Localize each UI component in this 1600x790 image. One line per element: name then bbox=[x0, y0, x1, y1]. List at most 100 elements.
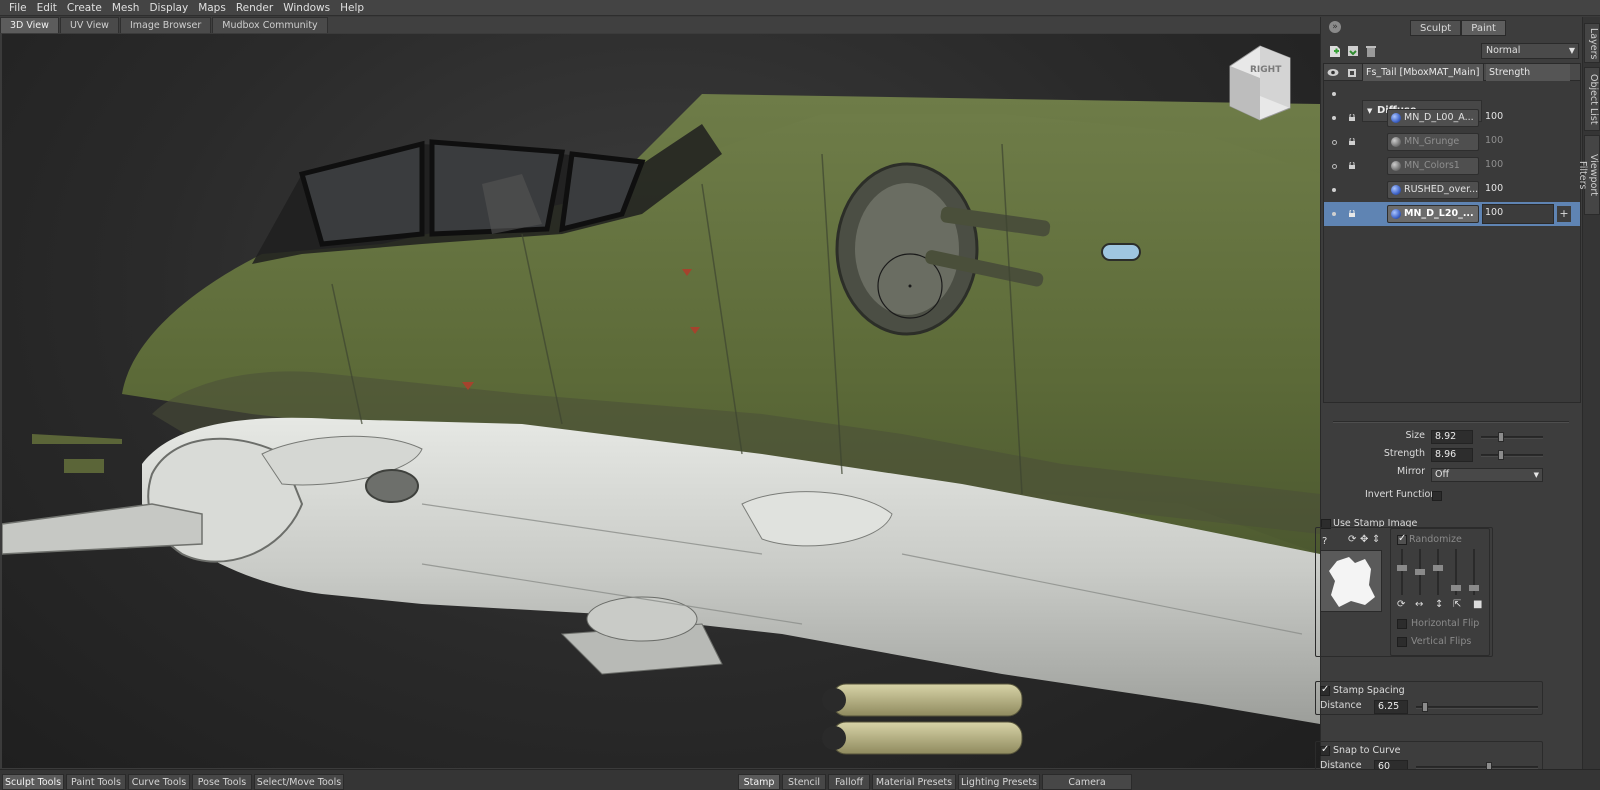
layer-name[interactable]: MN_D_L20_... bbox=[1387, 205, 1479, 223]
layer-row[interactable]: RUSHED_over... 100 bbox=[1324, 178, 1580, 202]
slider-thumb[interactable] bbox=[1415, 569, 1425, 575]
horizontal-flip-label: Horizontal Flip bbox=[1411, 618, 1480, 629]
tab-object-list[interactable]: Object List bbox=[1584, 67, 1600, 131]
scale-icon[interactable]: ⇱ bbox=[1453, 599, 1461, 610]
stamp-image-preview[interactable] bbox=[1320, 550, 1382, 612]
lock-icon[interactable] bbox=[1349, 114, 1355, 121]
random-slider-1[interactable] bbox=[1401, 549, 1403, 595]
layer-strength[interactable]: 100 bbox=[1485, 135, 1503, 146]
tab-3d-view[interactable]: 3D View bbox=[0, 17, 59, 33]
layer-row[interactable]: MN_D_L00_A... 100 bbox=[1324, 106, 1580, 130]
menu-display[interactable]: Display bbox=[144, 0, 193, 16]
lock-header-icon[interactable] bbox=[1346, 67, 1358, 78]
lock-icon[interactable] bbox=[1349, 162, 1355, 169]
horizontal-flip-checkbox[interactable] bbox=[1397, 619, 1407, 629]
layer-strength[interactable]: 100 bbox=[1485, 183, 1503, 194]
visibility-dot-icon[interactable] bbox=[1332, 164, 1337, 169]
tab-paint-tools[interactable]: Paint Tools bbox=[66, 774, 126, 790]
tab-stamp[interactable]: Stamp bbox=[738, 774, 780, 790]
tab-camera-bookmarks[interactable]: Camera Bookmarks bbox=[1042, 774, 1132, 790]
menu-windows[interactable]: Windows bbox=[278, 0, 335, 16]
tool-properties: Size 8.92 Strength 8.96 Mirror Off ▼ Inv… bbox=[1315, 405, 1583, 774]
tab-material-presets[interactable]: Material Presets bbox=[872, 774, 956, 790]
layer-strength[interactable]: 100 bbox=[1485, 159, 1503, 170]
tab-image-browser[interactable]: Image Browser bbox=[119, 17, 212, 33]
delete-layer-icon[interactable] bbox=[1365, 45, 1377, 58]
slider-thumb[interactable] bbox=[1451, 585, 1461, 591]
tab-paint[interactable]: Paint bbox=[1461, 20, 1506, 36]
tab-sculpt-tools[interactable]: Sculpt Tools bbox=[2, 774, 64, 790]
tab-lighting-presets[interactable]: Lighting Presets bbox=[958, 774, 1040, 790]
size-label: Size bbox=[1405, 430, 1425, 441]
blend-mode-select[interactable]: Normal ▼ bbox=[1481, 43, 1579, 59]
visibility-dot-icon[interactable] bbox=[1332, 116, 1336, 120]
square-icon[interactable]: ■ bbox=[1473, 599, 1482, 610]
add-icon[interactable]: + bbox=[1557, 206, 1571, 222]
menu-maps[interactable]: Maps bbox=[193, 0, 231, 16]
layer-strength[interactable]: 100 bbox=[1485, 111, 1503, 122]
resize-icon[interactable]: ⇕ bbox=[1372, 534, 1380, 545]
visibility-dot-icon[interactable] bbox=[1332, 140, 1337, 145]
size-slider[interactable] bbox=[1481, 432, 1543, 442]
tab-uv-view[interactable]: UV View bbox=[59, 17, 119, 33]
randomize-checkbox[interactable] bbox=[1397, 533, 1407, 545]
rotate-icon[interactable]: ⟳ bbox=[1348, 534, 1356, 545]
layer-name[interactable]: MN_Colors1 bbox=[1387, 157, 1479, 175]
snap-to-curve-checkbox[interactable] bbox=[1320, 744, 1330, 756]
slider-thumb[interactable] bbox=[1498, 432, 1504, 442]
slider-thumb[interactable] bbox=[1422, 702, 1428, 712]
move-icon[interactable]: ✥ bbox=[1360, 534, 1368, 545]
tab-select-move-tools[interactable]: Select/Move Tools bbox=[254, 774, 344, 790]
rotate-random-icon[interactable]: ⟳ bbox=[1397, 599, 1405, 610]
tab-viewport-filters[interactable]: Viewport Filters bbox=[1577, 135, 1600, 215]
tab-curve-tools[interactable]: Curve Tools bbox=[128, 774, 190, 790]
slider-thumb[interactable] bbox=[1397, 565, 1407, 571]
vertical-flip-checkbox[interactable] bbox=[1397, 637, 1407, 647]
layer-row[interactable]: MN_Colors1 100 bbox=[1324, 154, 1580, 178]
mirror-select[interactable]: Off ▼ bbox=[1431, 468, 1543, 482]
3d-viewport[interactable]: RIGHT bbox=[2, 34, 1320, 768]
layer-name[interactable]: MN_D_L00_A... bbox=[1387, 109, 1479, 127]
stamp-spacing-checkbox[interactable] bbox=[1320, 684, 1330, 696]
distance-slider[interactable] bbox=[1416, 702, 1538, 712]
new-layer-icon[interactable] bbox=[1329, 45, 1341, 58]
collapse-icon[interactable]: » bbox=[1329, 21, 1341, 33]
size-input[interactable]: 8.92 bbox=[1431, 430, 1473, 444]
tab-falloff[interactable]: Falloff bbox=[828, 774, 870, 790]
menu-edit[interactable]: Edit bbox=[32, 0, 62, 16]
slider-thumb[interactable] bbox=[1469, 585, 1479, 591]
strength-slider[interactable] bbox=[1481, 450, 1543, 460]
lock-icon[interactable] bbox=[1349, 210, 1355, 217]
strength-input[interactable]: 8.96 bbox=[1431, 448, 1473, 462]
layer-name[interactable]: RUSHED_over... bbox=[1387, 181, 1479, 199]
menu-render[interactable]: Render bbox=[231, 0, 278, 16]
flip-v-icon[interactable]: ↕ bbox=[1435, 599, 1443, 610]
tab-mudbox-community[interactable]: Mudbox Community bbox=[212, 17, 328, 33]
visibility-dot-icon[interactable] bbox=[1332, 212, 1336, 216]
menu-mesh[interactable]: Mesh bbox=[107, 0, 145, 16]
tab-pose-tools[interactable]: Pose Tools bbox=[192, 774, 252, 790]
layers-header: Fs_Tail [MboxMAT_Main] Strength bbox=[1324, 64, 1580, 81]
layer-row[interactable]: MN_Grunge 100 bbox=[1324, 130, 1580, 154]
random-slider-3[interactable] bbox=[1437, 549, 1439, 595]
tab-stencil[interactable]: Stencil bbox=[782, 774, 826, 790]
visibility-dot-icon[interactable] bbox=[1332, 188, 1336, 192]
visibility-dot-icon[interactable] bbox=[1332, 92, 1336, 96]
menu-bar: File Edit Create Mesh Display Maps Rende… bbox=[0, 0, 1600, 16]
layer-row-selected[interactable]: MN_D_L20_... 100 + bbox=[1324, 202, 1580, 226]
merge-layer-icon[interactable] bbox=[1347, 45, 1359, 58]
eye-icon[interactable] bbox=[1327, 67, 1339, 78]
distance-input[interactable]: 6.25 bbox=[1374, 700, 1408, 714]
flip-h-icon[interactable]: ↔ bbox=[1415, 599, 1423, 610]
menu-help[interactable]: Help bbox=[335, 0, 369, 16]
slider-thumb[interactable] bbox=[1433, 565, 1443, 571]
help-icon[interactable]: ? bbox=[1322, 536, 1327, 547]
slider-thumb[interactable] bbox=[1498, 450, 1504, 460]
tab-layers[interactable]: Layers bbox=[1584, 23, 1600, 63]
menu-file[interactable]: File bbox=[4, 0, 32, 16]
menu-create[interactable]: Create bbox=[62, 0, 107, 16]
layer-name[interactable]: MN_Grunge bbox=[1387, 133, 1479, 151]
tab-sculpt[interactable]: Sculpt bbox=[1410, 20, 1462, 36]
invert-function-checkbox[interactable] bbox=[1432, 491, 1442, 501]
lock-icon[interactable] bbox=[1349, 138, 1355, 145]
